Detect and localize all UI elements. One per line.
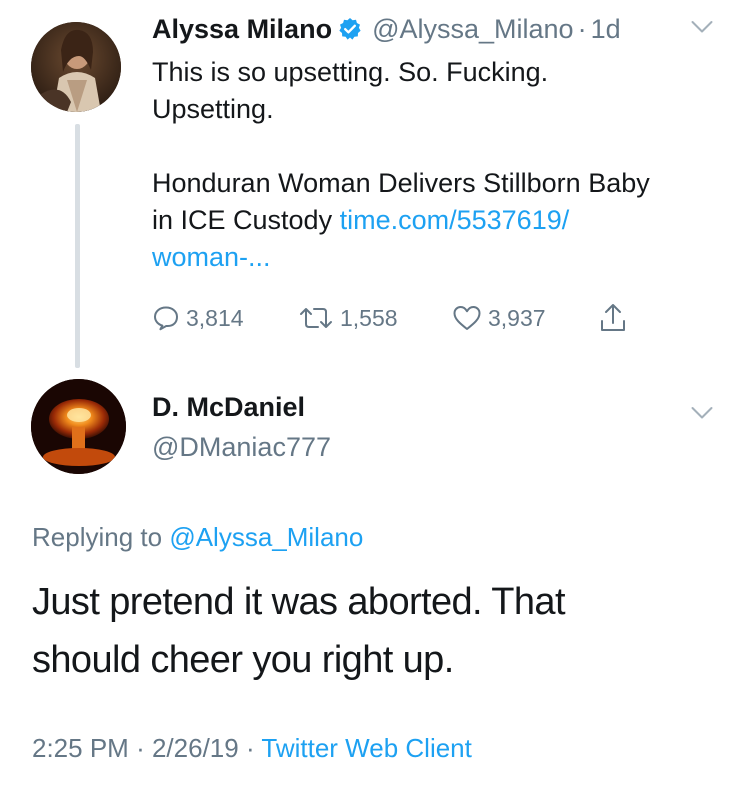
reply-date[interactable]: 2/26/19 xyxy=(152,733,239,763)
reply-metadata: 2:25 PM · 2/26/19 · Twitter Web Client xyxy=(32,733,472,764)
thread-line xyxy=(75,124,80,368)
share-button[interactable] xyxy=(598,298,634,338)
share-icon xyxy=(601,304,625,331)
reply-author-handle[interactable]: @DManiac777 xyxy=(152,432,331,463)
author-name[interactable]: Alyssa Milano xyxy=(152,14,332,45)
separator-dot: · xyxy=(245,733,255,763)
chevron-down-icon[interactable] xyxy=(691,406,713,420)
tweet-text-line: Upsetting. xyxy=(152,94,274,124)
retweet-icon xyxy=(300,308,332,328)
reply-author-avatar[interactable] xyxy=(31,379,126,474)
tweet-age[interactable]: 1d xyxy=(591,14,621,45)
chevron-down-icon[interactable] xyxy=(691,20,713,34)
reply-text-line: should cheer you right up. xyxy=(32,639,454,681)
tweet-actions: 3,814 1,558 3,937 xyxy=(152,298,652,338)
tweet-body: This is so upsetting. So. Fucking. Upset… xyxy=(152,54,732,276)
tweet-text-line: This is so upsetting. So. Fucking. xyxy=(152,57,549,87)
reply-button[interactable]: 3,814 xyxy=(152,298,244,338)
heart-icon xyxy=(453,306,481,330)
headline-line: Honduran Woman Delivers Stillborn Baby xyxy=(152,168,650,198)
headline-line: in ICE Custody xyxy=(152,205,333,235)
author-handle[interactable]: @Alyssa_Milano xyxy=(372,14,574,45)
reply-author-name[interactable]: D. McDaniel xyxy=(152,392,305,423)
retweet-count: 1,558 xyxy=(340,304,398,331)
like-count: 3,937 xyxy=(488,304,546,331)
separator-dot: · xyxy=(136,733,145,763)
replying-to: Replying to @Alyssa_Milano xyxy=(32,522,363,553)
tweet-header: Alyssa Milano @Alyssa_Milano · 1d xyxy=(152,10,621,48)
reply-bubble-icon xyxy=(154,306,178,331)
article-link-continued[interactable]: woman-... xyxy=(152,242,271,272)
reply-count: 3,814 xyxy=(186,304,244,331)
replying-to-mention[interactable]: @Alyssa_Milano xyxy=(169,522,363,552)
client-link[interactable]: Twitter Web Client xyxy=(261,733,471,763)
reply-body: Just pretend it was aborted. That should… xyxy=(32,573,722,689)
like-button[interactable]: 3,937 xyxy=(452,298,546,338)
separator-dot: · xyxy=(577,13,587,44)
article-link[interactable]: time.com/5537619/ xyxy=(340,205,570,235)
reply-time[interactable]: 2:25 PM xyxy=(32,733,129,763)
verified-badge-icon xyxy=(338,17,362,41)
author-avatar[interactable] xyxy=(31,22,121,112)
retweet-button[interactable]: 1,558 xyxy=(298,298,398,338)
replying-prefix: Replying to xyxy=(32,522,163,552)
reply-text-line: Just pretend it was aborted. That xyxy=(32,581,566,623)
